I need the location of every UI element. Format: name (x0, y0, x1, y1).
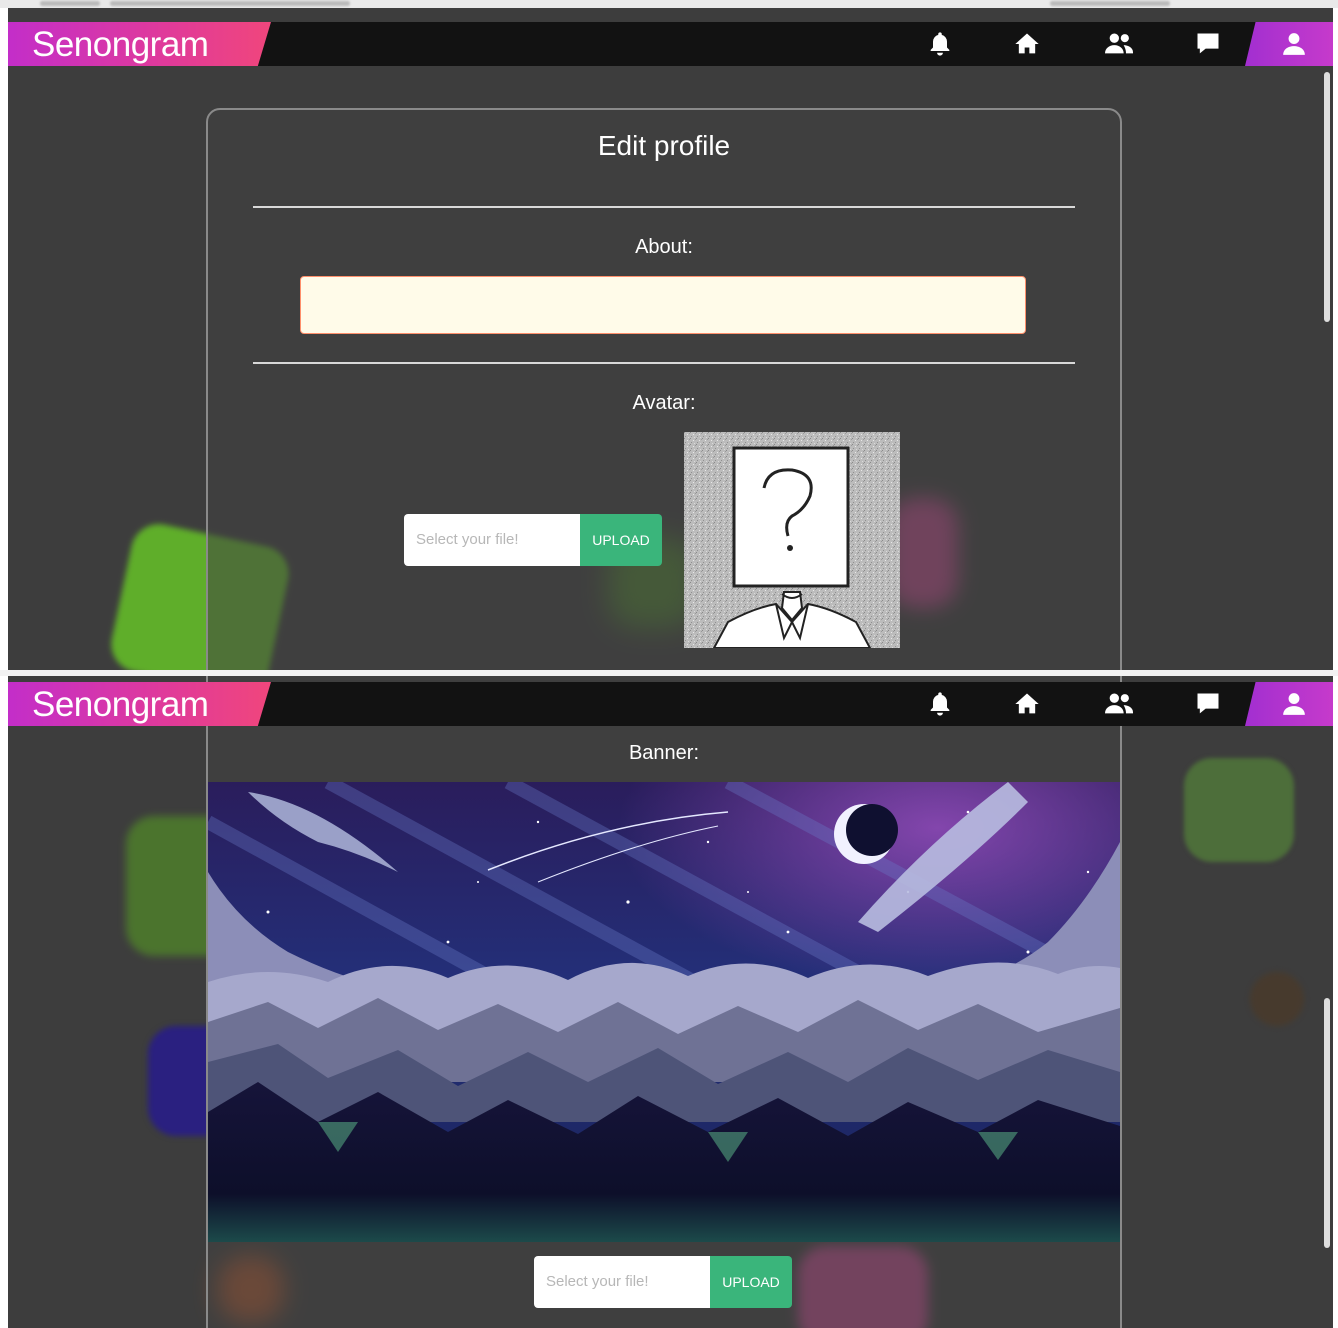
users-icon[interactable] (1101, 690, 1137, 718)
decorative-blob-brown (1250, 972, 1304, 1026)
screenshot-edit-profile-top: Senongram Edit profile About: Avatar: Se… (8, 8, 1333, 670)
banner-label: Banner: (628, 742, 700, 764)
chat-icon[interactable] (1193, 690, 1223, 718)
profile-nav-button[interactable] (1245, 22, 1333, 66)
users-icon[interactable] (1101, 30, 1137, 58)
browser-address-blur (110, 1, 350, 6)
section-divider (253, 206, 1075, 208)
brand-logo[interactable]: Senongram (8, 22, 271, 66)
avatar-upload-button[interactable]: UPLOAD (580, 514, 662, 566)
home-icon[interactable] (1012, 690, 1042, 718)
avatar-placeholder-illustration (684, 432, 900, 648)
chat-icon[interactable] (1193, 30, 1223, 58)
page-title: Edit profile (597, 130, 731, 161)
brand-logo[interactable]: Senongram (8, 682, 271, 726)
home-icon[interactable] (1012, 30, 1042, 58)
browser-top-strip (0, 0, 1338, 8)
section-divider (253, 362, 1075, 364)
page-scrollbar[interactable] (1319, 726, 1333, 1328)
avatar-upload-row: Select your file! UPLOAD (404, 514, 662, 566)
brand-name: Senongram (32, 685, 209, 724)
browser-toolbar-blur (1050, 1, 1170, 6)
page-scrollbar[interactable] (1319, 66, 1333, 670)
decorative-blob-green-right (1184, 758, 1294, 862)
bell-icon[interactable] (925, 690, 955, 718)
top-navbar: Senongram (8, 22, 1333, 66)
user-icon (1283, 693, 1305, 715)
top-navbar: Senongram (8, 682, 1333, 726)
avatar-file-input[interactable]: Select your file! (404, 514, 580, 566)
brand-name: Senongram (32, 25, 209, 64)
avatar-image (684, 432, 900, 648)
about-label: About: (635, 236, 693, 258)
scrollbar-thumb[interactable] (1324, 72, 1330, 322)
edit-profile-card: Banner: Select your file! UPLOAD (206, 676, 1122, 1328)
banner-file-input[interactable]: Select your file! (534, 1256, 710, 1308)
browser-tab-blur (40, 1, 100, 6)
banner-upload-row: Select your file! UPLOAD (534, 1256, 792, 1308)
user-icon (1283, 33, 1305, 55)
banner-image (208, 782, 1120, 1242)
about-input[interactable] (300, 276, 1026, 334)
profile-nav-button[interactable] (1245, 682, 1333, 726)
bell-icon[interactable] (925, 30, 955, 58)
avatar-label: Avatar: (632, 392, 696, 414)
scrollbar-thumb[interactable] (1324, 998, 1330, 1248)
screenshot-edit-profile-bottom: Senongram Banner: Select your file! UPLO… (8, 676, 1333, 1328)
banner-night-sky-illustration (208, 782, 1120, 1242)
edit-profile-card: Edit profile About: Avatar: Select your … (206, 108, 1122, 670)
banner-upload-button[interactable]: UPLOAD (710, 1256, 792, 1308)
